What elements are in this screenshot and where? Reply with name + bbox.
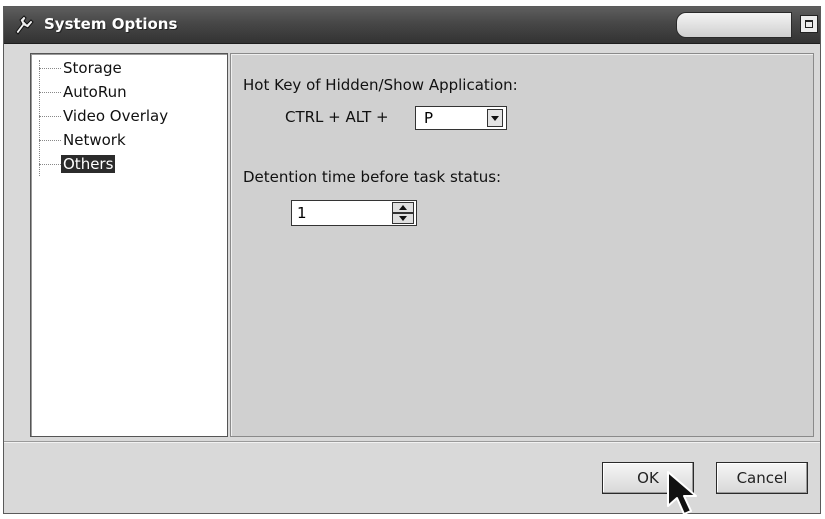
- window-title: System Options: [44, 15, 178, 33]
- hotkey-select[interactable]: P: [415, 106, 507, 130]
- arrow-down-icon[interactable]: [392, 213, 414, 224]
- detention-label: Detention time before task status:: [243, 168, 502, 186]
- tree-item-label: Network: [63, 131, 126, 149]
- tree-branch-line: [39, 68, 61, 69]
- options-tree: Storage AutoRun Video Overlay Network Ot…: [30, 53, 228, 437]
- tree-item-label: Video Overlay: [63, 107, 169, 125]
- mouse-pointer-icon: [667, 471, 697, 515]
- chevron-down-icon[interactable]: [487, 109, 503, 127]
- tree-item-label: Others: [61, 155, 116, 173]
- tree-branch-line: [39, 92, 61, 93]
- footer-divider: [4, 441, 820, 443]
- detention-time-spinner[interactable]: 1: [291, 200, 417, 226]
- tree-item-others[interactable]: Others: [39, 154, 116, 174]
- tool-icon: [15, 15, 34, 35]
- tree-item-autorun[interactable]: AutoRun: [39, 82, 129, 102]
- maximize-icon[interactable]: [800, 15, 818, 33]
- tree-item-video-overlay[interactable]: Video Overlay: [39, 106, 170, 126]
- tree-item-label: AutoRun: [63, 83, 127, 101]
- hotkey-label: Hot Key of Hidden/Show Application:: [243, 76, 518, 94]
- hotkey-value: P: [424, 109, 434, 127]
- arrow-up-icon[interactable]: [392, 202, 414, 213]
- spin-buttons: [392, 202, 414, 224]
- title-bar-field: [676, 12, 792, 38]
- others-settings-panel: Hot Key of Hidden/Show Application: CTRL…: [230, 53, 814, 437]
- cancel-button[interactable]: Cancel: [716, 462, 808, 494]
- title-bar[interactable]: System Options: [4, 7, 820, 44]
- detention-value[interactable]: 1: [297, 204, 307, 222]
- tree-branch-line: [39, 116, 61, 117]
- system-options-dialog: System Options Storage AutoRun Video Ove…: [3, 6, 821, 514]
- tree-branch-line: [39, 164, 61, 165]
- hotkey-prefix: CTRL + ALT +: [285, 108, 389, 126]
- tree-item-network[interactable]: Network: [39, 130, 128, 150]
- tree-item-storage[interactable]: Storage: [39, 58, 124, 78]
- tree-item-label: Storage: [63, 59, 122, 77]
- tree-branch-line: [39, 140, 61, 141]
